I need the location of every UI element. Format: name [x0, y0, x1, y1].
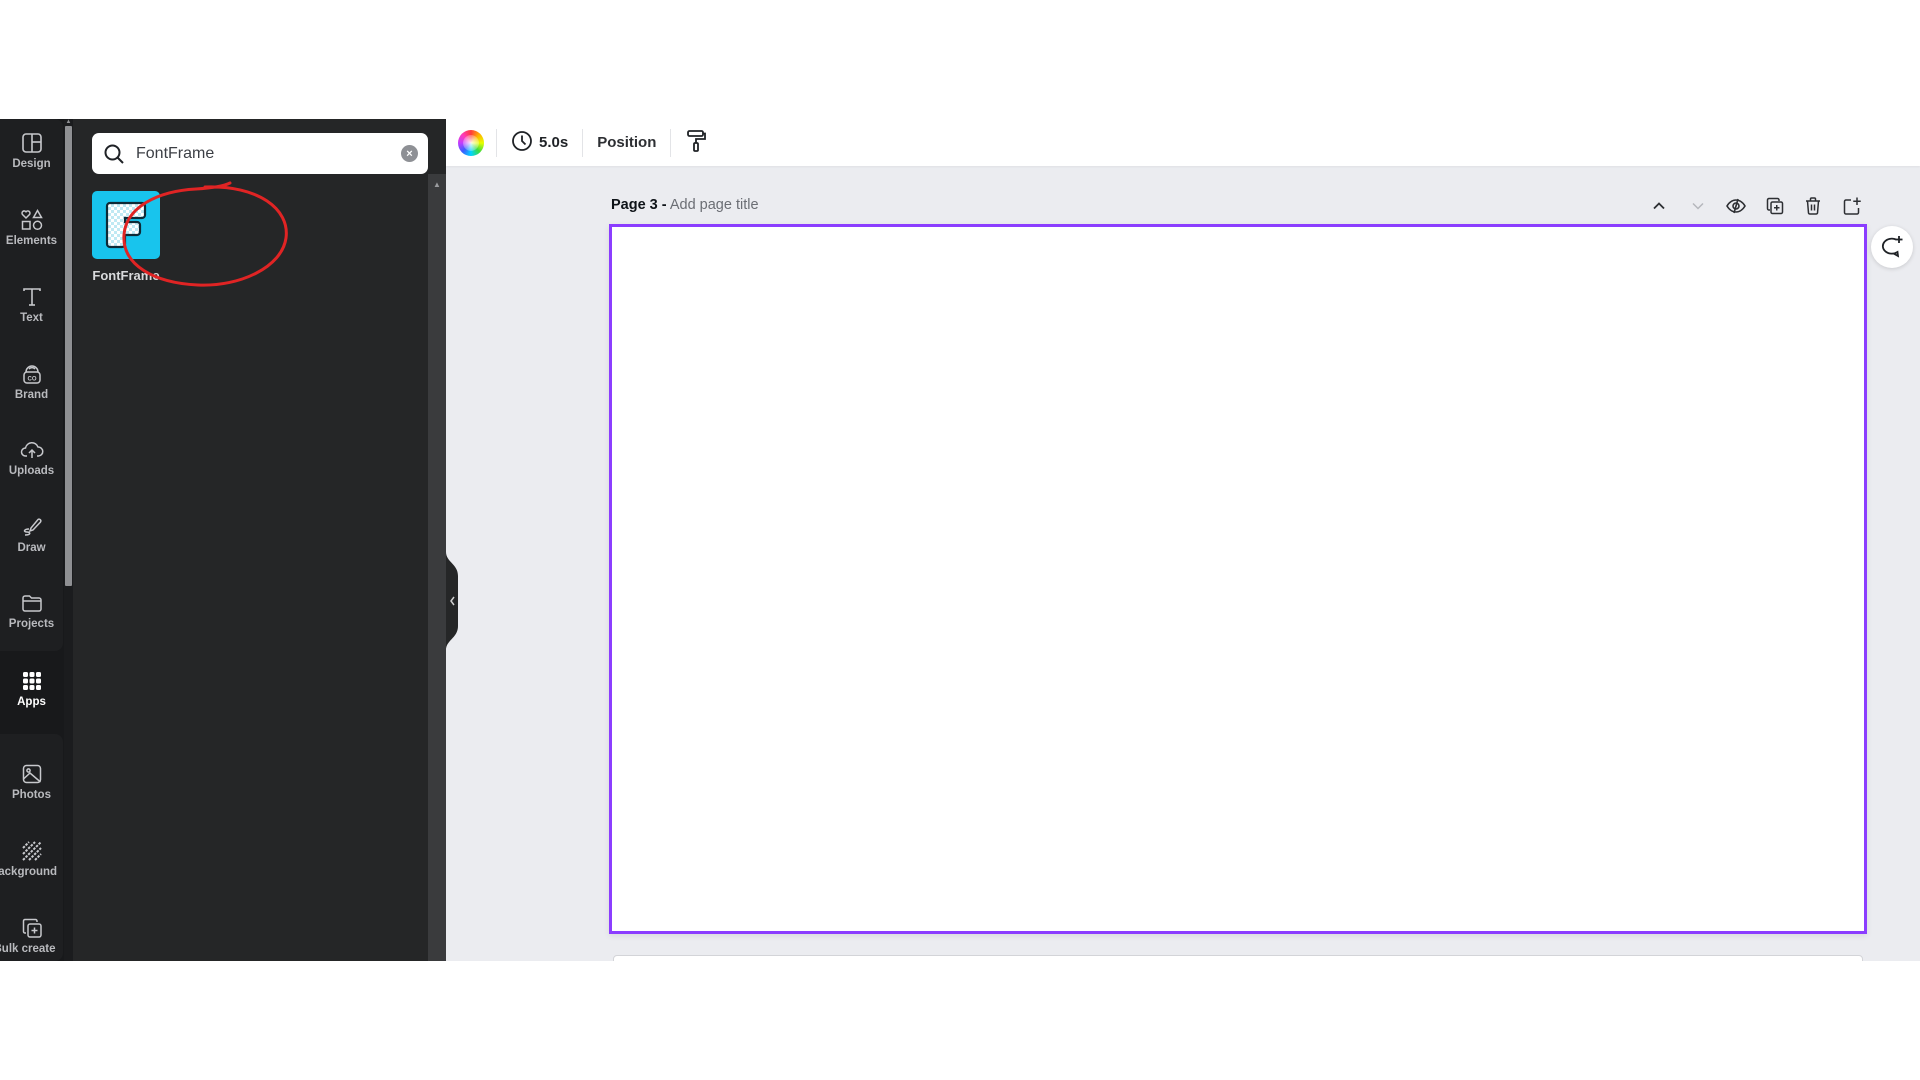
page-number-label: Page 3 - — [611, 197, 667, 213]
search-icon — [102, 142, 126, 166]
image-icon — [20, 762, 44, 786]
sidebar-item-uploads[interactable]: Uploads — [0, 421, 63, 493]
pen-icon — [20, 515, 44, 539]
cloud-upload-icon — [20, 438, 44, 462]
clock-icon — [511, 130, 533, 156]
hide-page-button[interactable] — [1717, 195, 1756, 217]
sidebar-item-label: Projects — [8, 617, 55, 630]
sidebar-scrollbar[interactable]: ▲ — [64, 119, 73, 961]
page-header: Page 3 - Add page title — [611, 197, 759, 213]
scroll-up-arrow-icon[interactable]: ▲ — [65, 119, 72, 125]
search-box[interactable]: × — [92, 133, 428, 174]
paint-roller-icon — [685, 129, 707, 157]
delete-page-button[interactable] — [1794, 195, 1833, 217]
brand-icon: CO — [20, 362, 44, 386]
page-actions — [1640, 195, 1871, 217]
hatch-icon — [20, 839, 44, 863]
sidebar-item-label: Elements — [5, 234, 58, 247]
sidebar-item-brand[interactable]: CO Brand — [0, 345, 63, 417]
chevron-up-icon — [1653, 202, 1665, 210]
search-input[interactable] — [136, 144, 401, 163]
duration-label: 5.0s — [539, 134, 569, 151]
sidebar-item-elements[interactable]: Elements — [0, 191, 63, 263]
sidebar-item-apps[interactable]: Apps — [0, 652, 63, 724]
sidebar-item-design[interactable]: Design — [0, 119, 63, 186]
duplicate-icon — [1766, 197, 1783, 215]
sidebar-item-draw[interactable]: Draw — [0, 498, 63, 570]
sidebar-item-bulk-create[interactable]: Bulk create — [0, 899, 63, 961]
editor-toolbar: 5.0s Position — [446, 119, 1920, 166]
sidebar-item-label: Apps — [17, 695, 46, 708]
toolbar-divider — [582, 128, 584, 157]
next-page-preview[interactable] — [613, 955, 1863, 961]
fontframe-app-icon — [92, 191, 160, 259]
sidebar-item-label: Photos — [12, 788, 51, 801]
eye-off-icon — [1726, 198, 1747, 214]
app-result-fontframe[interactable]: FontFrame — [92, 191, 160, 283]
clear-search-icon[interactable]: × — [401, 145, 418, 162]
add-page-button[interactable] — [1833, 195, 1872, 217]
apps-panel: × FontFrame — [73, 119, 446, 961]
sidebar-item-label: Brand — [14, 388, 49, 401]
comment-add-icon — [1882, 236, 1903, 258]
color-picker-button[interactable] — [458, 129, 484, 156]
grid-icon — [20, 669, 44, 693]
copy-style-button[interactable] — [683, 129, 709, 157]
page-title-input[interactable]: Add page title — [670, 197, 759, 213]
toolbar-divider — [496, 128, 497, 157]
sidebar-item-label: Text — [20, 311, 43, 324]
chevron-down-icon — [1692, 202, 1704, 210]
scroll-up-arrow-icon[interactable]: ▲ — [428, 180, 446, 189]
trash-icon — [1806, 197, 1821, 215]
sidebar-item-background[interactable]: Background — [0, 822, 63, 894]
position-button[interactable]: Position — [595, 134, 658, 151]
toolbar-divider — [670, 128, 672, 157]
sidebar-rail: Design Elements Text CO Brand Uploads Dr… — [0, 119, 64, 961]
sidebar-item-photos[interactable]: Photos — [0, 745, 63, 817]
design-page-canvas[interactable] — [609, 224, 1867, 934]
editor-app: Design Elements Text CO Brand Uploads Dr… — [0, 119, 1920, 961]
bulk-create-icon — [20, 916, 44, 940]
sidebar-item-label: Design — [12, 157, 51, 170]
timing-button[interactable]: 5.0s — [509, 130, 570, 156]
text-icon — [20, 285, 44, 309]
folder-icon — [20, 591, 44, 615]
add-page-icon — [1843, 197, 1861, 215]
shapes-icon — [20, 208, 44, 232]
sidebar-item-label: Background — [0, 865, 58, 878]
duplicate-page-button[interactable] — [1756, 195, 1795, 217]
panel-scrollbar[interactable]: ▲ — [428, 174, 446, 961]
app-name: FontFrame — [92, 268, 160, 283]
sidebar-item-text[interactable]: Text — [0, 268, 63, 340]
add-comment-button[interactable] — [1871, 226, 1913, 268]
sidebar-item-label: Draw — [17, 541, 46, 554]
move-page-down-button[interactable] — [1679, 195, 1718, 217]
svg-text:CO: CO — [27, 376, 36, 382]
move-page-up-button[interactable] — [1640, 195, 1679, 217]
collapse-panel-button[interactable] — [446, 552, 459, 650]
scrollbar-thumb[interactable] — [65, 126, 72, 586]
layout-icon — [20, 131, 44, 155]
sidebar-item-label: Uploads — [8, 464, 55, 477]
sidebar-item-label: Bulk create — [0, 942, 56, 955]
sidebar-item-projects[interactable]: Projects — [0, 574, 63, 646]
